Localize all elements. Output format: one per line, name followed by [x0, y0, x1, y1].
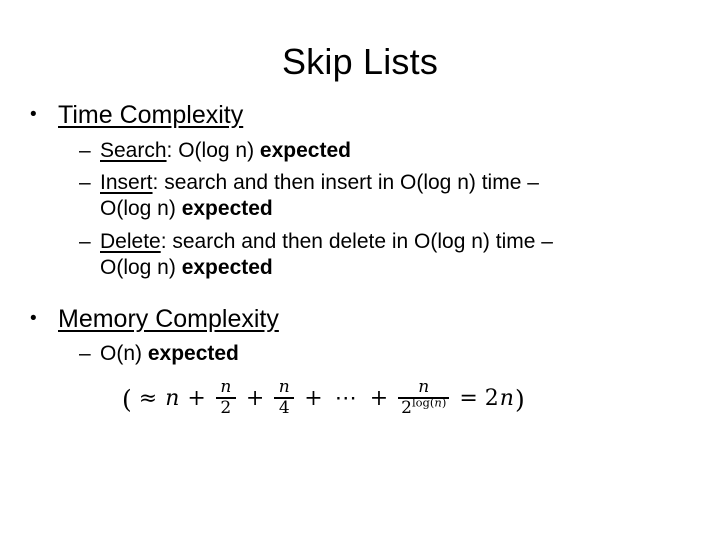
slide: Skip Lists • Time Complexity – Search: O…: [0, 0, 720, 540]
equation-expression: ( ≈ n + n 2 + n 4 + ⋯ + n 2log(n) = 2 n …: [122, 376, 525, 419]
sub-bullet-search-rest: : O(log n): [166, 138, 260, 162]
dash-marker-icon: –: [79, 342, 91, 366]
sub-bullet-memory-rest: O(n): [100, 342, 148, 366]
bullet-time-complexity: • Time Complexity: [22, 100, 698, 132]
exponent-log: log: [411, 394, 430, 409]
equation-fraction-n-over-2: n 2: [215, 376, 236, 418]
fraction-denominator: 2log(n): [398, 396, 449, 418]
bullet-memory-complexity-label: Memory Complexity: [58, 304, 279, 333]
sub-bullet-search-lead: Search: [100, 138, 167, 162]
sub-bullet-search-emphasis: expected: [259, 138, 351, 162]
sub-bullet-insert-line2: O(log n): [100, 197, 182, 221]
dash-marker-icon: –: [79, 138, 91, 162]
equation-approx-sign: ≈: [138, 386, 158, 412]
sub-bullet-insert-emphasis: expected: [181, 197, 273, 221]
equation-plus-3: +: [304, 386, 323, 412]
bullet-dot-icon: •: [30, 307, 37, 329]
dash-marker-icon: –: [79, 229, 91, 253]
sub-bullet-memory-expected: – O(n) expected: [22, 341, 698, 367]
sub-bullet-delete-emphasis: expected: [181, 256, 273, 280]
exponent-close-paren: ): [441, 394, 447, 409]
power-exponent: log(n): [412, 395, 446, 409]
fraction-numerator: n: [278, 376, 290, 397]
sub-bullet-delete-rest: : search and then delete in O(log n) tim…: [160, 229, 553, 253]
equation-plus-1: +: [187, 386, 206, 412]
equation-result-coefficient: 2: [484, 386, 499, 412]
equation-equals-sign: =: [459, 386, 478, 412]
equation-plus-2: +: [245, 386, 265, 412]
page-title: Skip Lists: [281, 41, 439, 82]
exponent-variable: n: [434, 394, 442, 409]
bullet-dot-icon: •: [30, 104, 37, 125]
fraction-numerator: n: [220, 376, 232, 397]
equation-result-variable: n: [499, 386, 514, 412]
equation-fraction-n-over-2-pow-log-n: n 2log(n): [398, 378, 450, 418]
sub-bullet-delete-line2: O(log n): [100, 256, 182, 280]
sub-bullet-delete: – Delete: search and then delete in O(lo…: [22, 229, 698, 282]
equation-fraction-n-over-4: n 4: [274, 376, 295, 418]
equation-close-paren: ): [514, 384, 525, 414]
sub-bullet-insert-lead: Insert: [100, 170, 153, 194]
sub-bullet-search: – Search: O(log n) expected: [22, 138, 698, 164]
fraction-denominator: 4: [278, 397, 290, 418]
memory-equation: ( ≈ n + n 2 + n 4 + ⋯ + n 2log(n) = 2 n …: [22, 376, 698, 419]
sub-bullet-insert-rest: : search and then insert in O(log n) tim…: [152, 170, 539, 194]
sub-bullet-insert: – Insert: search and then insert in O(lo…: [22, 170, 698, 223]
bullet-memory-complexity: • Memory Complexity: [22, 304, 698, 336]
sub-bullet-memory-emphasis: expected: [147, 342, 239, 366]
fraction-denominator: 2: [220, 397, 232, 418]
slide-body: • Time Complexity – Search: O(log n) exp…: [22, 100, 698, 418]
equation-ellipsis: ⋯: [334, 386, 358, 412]
dash-marker-icon: –: [79, 170, 91, 194]
equation-open-paren: (: [122, 384, 132, 414]
bullet-time-complexity-label: Time Complexity: [58, 101, 244, 129]
sub-bullet-delete-lead: Delete: [100, 229, 161, 253]
equation-term-n: n: [165, 386, 180, 412]
power-base: 2: [401, 397, 412, 418]
equation-plus-4: +: [369, 386, 389, 412]
